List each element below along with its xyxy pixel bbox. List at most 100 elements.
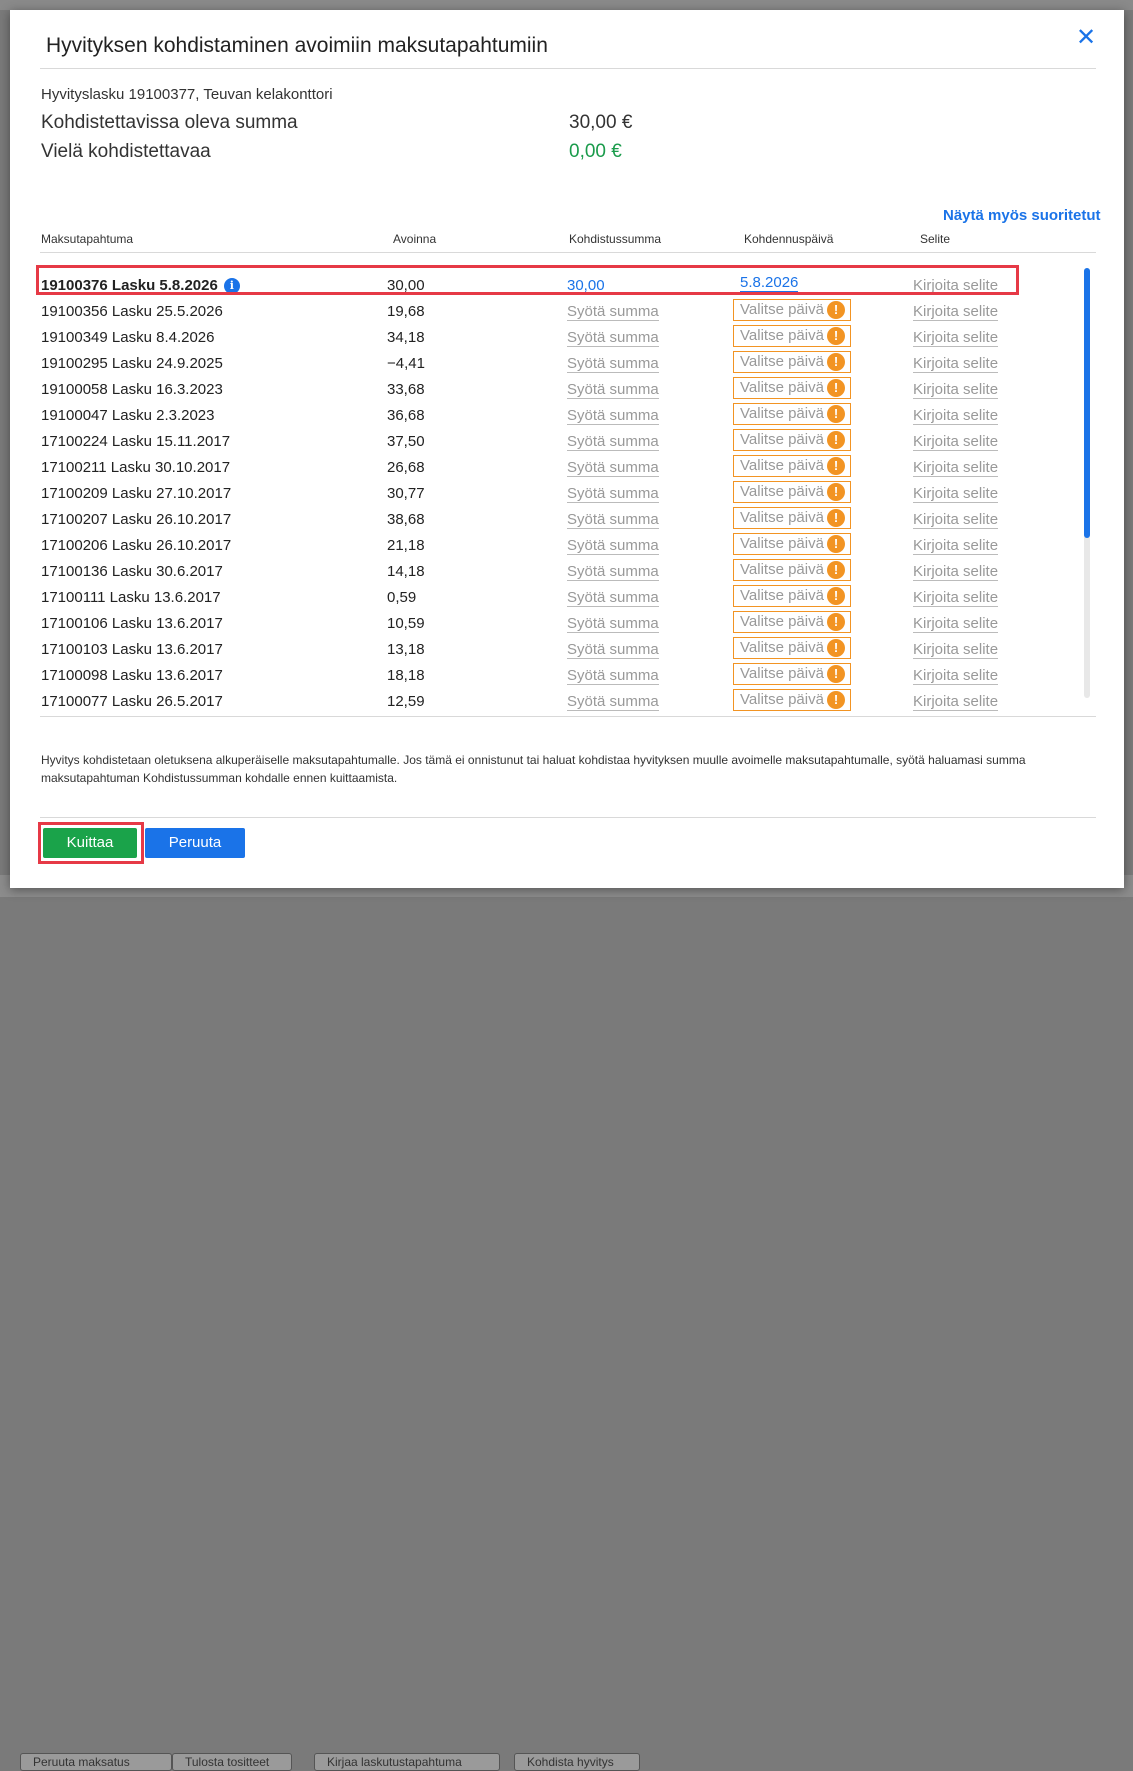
table-row[interactable]: 19100058 Lasku 16.3.2023 33,68 Syötä summa… xyxy=(10,377,1090,403)
allocation-amount-input[interactable]: Syötä summa xyxy=(567,355,659,373)
note-input[interactable]: Kirjoita selite xyxy=(913,537,999,555)
allocation-amount-input[interactable]: Syötä summa xyxy=(567,433,659,451)
note-input[interactable]: Kirjoita selite xyxy=(913,303,999,321)
transaction-name: 17100224 Lasku 15.11.2017 xyxy=(41,433,230,450)
open-amount: 30,77 xyxy=(387,485,425,502)
transaction-name-text: 19100295 Lasku 24.9.2025 xyxy=(41,355,223,372)
note-input[interactable]: Kirjoita selite xyxy=(913,355,999,373)
allocation-date-placeholder: Valitse päivä xyxy=(740,431,824,448)
allocation-date-picker[interactable]: Valitse päivä! xyxy=(733,325,851,347)
note-input[interactable]: Kirjoita selite xyxy=(913,433,999,451)
scrollbar-thumb[interactable] xyxy=(1084,268,1090,538)
note-input[interactable]: Kirjoita selite xyxy=(913,641,999,659)
open-amount: 34,18 xyxy=(387,329,425,346)
allocation-amount-input[interactable]: Syötä summa xyxy=(567,667,659,685)
table-row[interactable]: 19100356 Lasku 25.5.2026 19,68 Syötä summa… xyxy=(10,299,1090,325)
column-header-transaction: Maksutapahtuma xyxy=(41,232,134,246)
transaction-name-text: 17100211 Lasku 30.10.2017 xyxy=(41,459,231,476)
allocation-date-placeholder: Valitse päivä xyxy=(740,613,824,630)
table-row[interactable]: 17100098 Lasku 13.6.2017 18,18 Syötä summa… xyxy=(10,663,1090,689)
allocation-date-picker[interactable]: Valitse päivä! xyxy=(733,689,851,711)
allocation-amount-input[interactable]: Syötä summa xyxy=(567,563,659,581)
note-input[interactable]: Kirjoita selite xyxy=(913,667,999,685)
allocation-amount-input[interactable]: Syötä summa xyxy=(567,537,659,555)
allocation-amount-input[interactable]: Syötä summa xyxy=(567,329,659,347)
allocation-date-picker[interactable]: Valitse päivä! xyxy=(733,585,851,607)
allocation-date-placeholder: Valitse päivä xyxy=(740,353,824,370)
list-scrollbar[interactable] xyxy=(1084,268,1090,698)
table-row[interactable]: 17100077 Lasku 26.5.2017 12,59 Syötä summa… xyxy=(10,689,1090,712)
table-row[interactable]: 17100224 Lasku 15.11.2017 37,50 Syötä summ… xyxy=(10,429,1090,455)
note-input[interactable]: Kirjoita selite xyxy=(913,615,999,633)
allocation-date-picker[interactable]: Valitse päivä! xyxy=(733,351,851,373)
confirm-button[interactable]: Kuittaa xyxy=(43,828,137,858)
table-row[interactable]: 17100111 Lasku 13.6.2017 0,59 Syötä summa V… xyxy=(10,585,1090,611)
allocation-date-picker[interactable]: Valitse päivä! xyxy=(733,299,851,321)
column-header-amount: Kohdistussumma xyxy=(569,232,662,246)
table-row[interactable]: 17100209 Lasku 27.10.2017 30,77 Syötä summ… xyxy=(10,481,1090,507)
note-input[interactable]: Kirjoita selite xyxy=(913,459,999,477)
warning-icon: ! xyxy=(827,691,845,709)
note-input[interactable]: Kirjoita selite xyxy=(913,381,999,399)
table-row[interactable]: 19100349 Lasku 8.4.2026 34,18 Syötä summa V… xyxy=(10,325,1090,351)
note-input[interactable]: Kirjoita selite xyxy=(913,589,999,607)
show-paid-link[interactable]: Näytä myös suoritetut xyxy=(943,207,1101,224)
cancel-button[interactable]: Peruuta xyxy=(145,828,245,858)
table-row[interactable]: 17100106 Lasku 13.6.2017 10,59 Syötä summa… xyxy=(10,611,1090,637)
help-text: Hyvitys kohdistetaan oletuksena alkuperä… xyxy=(41,753,1026,785)
allocation-amount-input[interactable]: Syötä summa xyxy=(567,303,659,321)
allocation-date-picker[interactable]: Valitse päivä! xyxy=(733,663,851,685)
allocation-amount-input[interactable]: Syötä summa xyxy=(567,459,659,477)
transaction-name: 17100077 Lasku 26.5.2017 xyxy=(41,693,223,710)
background-app-header xyxy=(0,0,1133,10)
note-input[interactable]: Kirjoita selite xyxy=(913,511,999,529)
table-row[interactable]: 17100103 Lasku 13.6.2017 13,18 Syötä summa… xyxy=(10,637,1090,663)
allocation-amount-input[interactable]: Syötä summa xyxy=(567,407,659,425)
column-header-open: Avoinna xyxy=(393,232,437,246)
allocation-amount-input[interactable]: Syötä summa xyxy=(567,511,659,529)
allocation-date-picker[interactable]: Valitse päivä! xyxy=(733,507,851,529)
note-input[interactable]: Kirjoita selite xyxy=(913,485,999,503)
allocation-date-picker[interactable]: Valitse päivä! xyxy=(733,429,851,451)
open-amount: −4,41 xyxy=(387,355,425,372)
allocation-date-placeholder: Valitse päivä xyxy=(740,561,824,578)
allocation-amount-input[interactable]: Syötä summa xyxy=(567,381,659,399)
note-input[interactable]: Kirjoita selite xyxy=(913,329,999,347)
allocation-date-picker[interactable]: Valitse päivä! xyxy=(733,611,851,633)
table-row[interactable]: 17100206 Lasku 26.10.2017 21,18 Syötä summ… xyxy=(10,533,1090,559)
allocation-amount-input[interactable]: Syötä summa xyxy=(567,485,659,503)
allocation-date-picker[interactable]: Valitse päivä! xyxy=(733,533,851,555)
allocation-date-picker[interactable]: Valitse päivä! xyxy=(733,377,851,399)
allocation-date-placeholder: Valitse päivä xyxy=(740,639,824,656)
transaction-name: 19100356 Lasku 25.5.2026 xyxy=(41,303,223,320)
table-row[interactable]: 17100136 Lasku 30.6.2017 14,18 Syötä summa… xyxy=(10,559,1090,585)
header-divider xyxy=(40,252,1096,253)
allocatable-label: Kohdistettavissa oleva summa xyxy=(41,112,298,133)
allocation-date-picker[interactable]: Valitse päivä! xyxy=(733,559,851,581)
note-input[interactable]: Kirjoita selite xyxy=(913,407,999,425)
table-row[interactable]: 17100211 Lasku 30.10.2017 26,68 Syötä summ… xyxy=(10,455,1090,481)
open-amount: 33,68 xyxy=(387,381,425,398)
allocation-amount-input[interactable]: Syötä summa xyxy=(567,589,659,607)
transaction-name-text: 17100077 Lasku 26.5.2017 xyxy=(41,693,223,710)
allocation-date-picker[interactable]: Valitse päivä! xyxy=(733,637,851,659)
remaining-label: Vielä kohdistettavaa xyxy=(41,141,211,162)
open-amount: 10,59 xyxy=(387,615,425,632)
warning-icon: ! xyxy=(827,665,845,683)
note-input[interactable]: Kirjoita selite xyxy=(913,563,999,581)
allocation-amount-input[interactable]: Syötä summa xyxy=(567,641,659,659)
table-row[interactable]: 17100207 Lasku 26.10.2017 38,68 Syötä summ… xyxy=(10,507,1090,533)
close-icon[interactable]: ✕ xyxy=(1076,26,1096,50)
note-input[interactable]: Kirjoita selite xyxy=(913,693,999,711)
allocation-amount-input[interactable]: Syötä summa xyxy=(567,693,659,711)
allocation-date-picker[interactable]: Valitse päivä! xyxy=(733,455,851,477)
warning-icon: ! xyxy=(827,483,845,501)
table-row[interactable]: 19100295 Lasku 24.9.2025 −4,41 Syötä summa… xyxy=(10,351,1090,377)
allocation-amount-input[interactable]: Syötä summa xyxy=(567,615,659,633)
warning-icon: ! xyxy=(827,405,845,423)
allocation-date-picker[interactable]: Valitse päivä! xyxy=(733,481,851,503)
allocation-date-picker[interactable]: Valitse päivä! xyxy=(733,403,851,425)
transaction-name-text: 19100356 Lasku 25.5.2026 xyxy=(41,303,223,320)
open-amount: 18,18 xyxy=(387,667,425,684)
table-row[interactable]: 19100047 Lasku 2.3.2023 36,68 Syötä summa V… xyxy=(10,403,1090,429)
